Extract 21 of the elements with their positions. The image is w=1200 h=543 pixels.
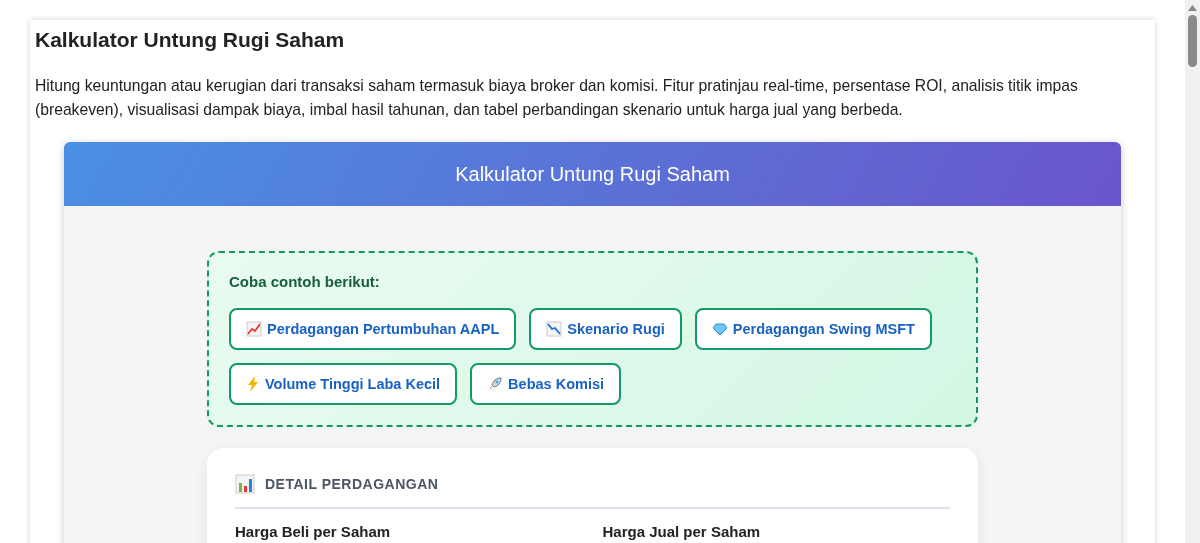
field-label: Harga Jual per Saham	[602, 523, 762, 540]
scrollbar-thumb[interactable]	[1188, 15, 1197, 67]
example-button[interactable]: Perdagangan Swing MSFT	[694, 308, 932, 350]
bar-chart-icon	[235, 474, 255, 494]
examples-heading: Coba contoh berikut:	[229, 273, 381, 290]
example-button[interactable]: Volume Tinggi Laba Kecil	[229, 363, 458, 405]
example-button[interactable]: Skenario Rugi	[529, 308, 682, 350]
example-button[interactable]: Bebas Komisi	[470, 363, 621, 405]
scroll-up-icon[interactable]	[1188, 5, 1197, 11]
page-title: Kalkulator Untung Rugi Saham	[35, 28, 346, 52]
chart-up-icon	[246, 321, 262, 337]
scrollbar[interactable]	[1185, 0, 1200, 543]
page-description: Hitung keuntungan atau kerugian dari transaksi saham termasuk biaya broker dan komisi. Fitur pratinjau real-time, persentase ROI, analisis titik impas (breakeven), visualisasi dampak biaya, imbal hasil tahunan, dan tabel perbandingan skenario untuk harga jual yang berbeda.	[35, 76, 1079, 120]
chart-down-icon	[546, 321, 563, 337]
rocket-icon	[487, 376, 504, 392]
section-heading: DETAIL PERDAGANGAN	[265, 476, 439, 492]
example-button[interactable]: Perdagangan Pertumbuhan AAPL	[229, 308, 517, 350]
lightning-icon	[246, 376, 260, 392]
calculator-header: Kalkulator Untung Rugi Saham	[64, 142, 1121, 206]
gem-icon	[711, 321, 728, 337]
field-label: Harga Beli per Saham	[235, 523, 392, 540]
